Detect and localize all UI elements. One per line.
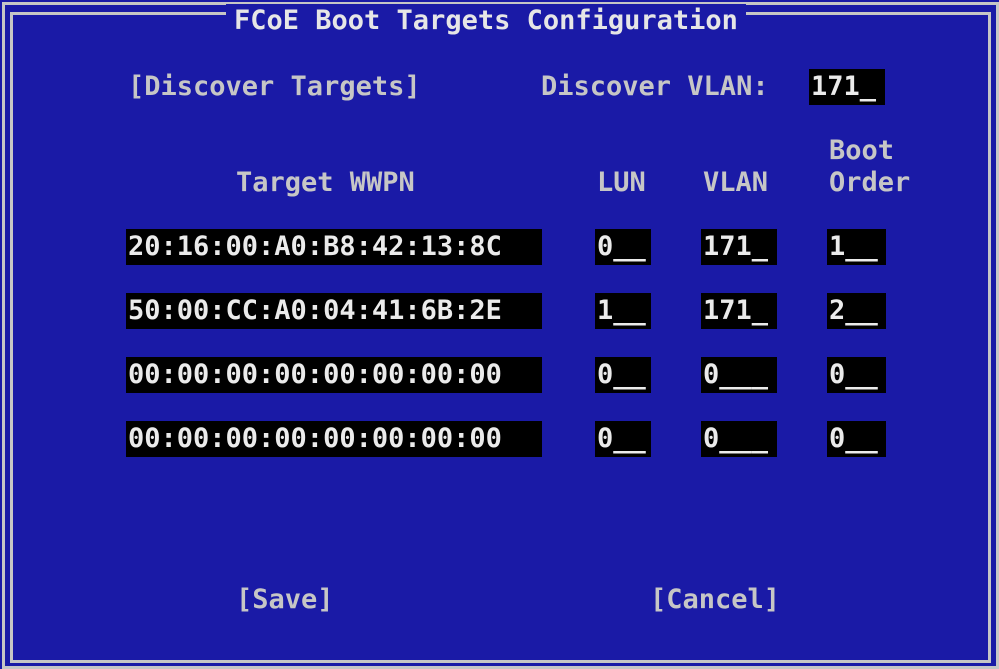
inner-border — [10, 12, 991, 663]
vlan-field-4[interactable]: 0___ — [701, 421, 777, 457]
discover-targets-button[interactable]: [Discover Targets] — [128, 70, 421, 104]
vlan-field-3[interactable]: 0___ — [701, 357, 777, 393]
column-header-target-wwpn: Target WWPN — [236, 167, 415, 198]
target-wwpn-field-3[interactable]: 00:00:00:00:00:00:00:00 — [126, 357, 542, 393]
target-wwpn-field-1[interactable]: 20:16:00:A0:B8:42:13:8C — [126, 229, 542, 265]
cancel-button[interactable]: [Cancel] — [650, 583, 780, 617]
column-header-lun: LUN — [597, 167, 646, 198]
boot-order-field-3[interactable]: 0__ — [827, 357, 886, 393]
boot-order-field-2[interactable]: 2__ — [827, 293, 886, 329]
target-wwpn-field-2[interactable]: 50:00:CC:A0:04:41:6B:2E — [126, 293, 542, 329]
bios-config-screen: FCoE Boot Targets Configuration [Discove… — [0, 0, 999, 669]
boot-order-field-1[interactable]: 1__ — [827, 229, 886, 265]
column-header-boot: Boot — [829, 135, 895, 166]
column-header-vlan: VLAN — [703, 167, 769, 198]
target-wwpn-field-4[interactable]: 00:00:00:00:00:00:00:00 — [126, 421, 542, 457]
discover-vlan-input[interactable]: 171_ — [809, 69, 885, 105]
vlan-field-1[interactable]: 171_ — [701, 229, 777, 265]
vlan-field-2[interactable]: 171_ — [701, 293, 777, 329]
lun-field-3[interactable]: 0__ — [595, 357, 651, 393]
window-title: FCoE Boot Targets Configuration — [226, 4, 746, 38]
lun-field-1[interactable]: 0__ — [595, 229, 651, 265]
column-header-order: Order — [829, 167, 911, 198]
lun-field-4[interactable]: 0__ — [595, 421, 651, 457]
save-button[interactable]: [Save] — [236, 583, 334, 617]
boot-order-field-4[interactable]: 0__ — [827, 421, 886, 457]
discover-vlan-label: Discover VLAN: — [541, 71, 769, 102]
lun-field-2[interactable]: 1__ — [595, 293, 651, 329]
